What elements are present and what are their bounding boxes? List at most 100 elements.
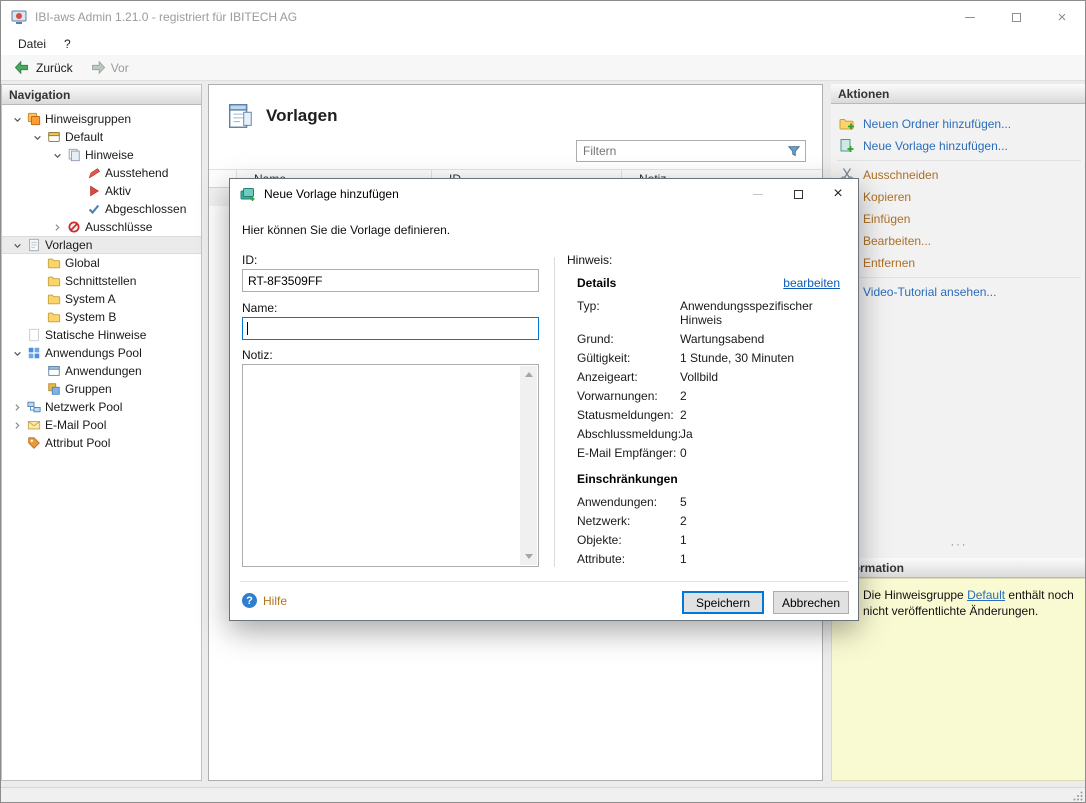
maximize-button[interactable] <box>993 1 1039 33</box>
actions-header: Aktionen <box>831 84 1086 104</box>
nav-item-ausschluesse[interactable]: Ausschlüsse <box>2 218 201 236</box>
scroll-up-icon[interactable] <box>525 372 533 377</box>
nav-item-statische-hinweise[interactable]: Statische Hinweise <box>2 326 201 344</box>
nav-item-label: Default <box>65 130 103 144</box>
nav-item-schnittstellen[interactable]: Schnittstellen <box>2 272 201 290</box>
nav-item-email-pool[interactable]: E-Mail Pool <box>2 416 201 434</box>
detail-label: Anzeigeart: <box>577 370 680 384</box>
filter-icon[interactable] <box>783 141 805 161</box>
nav-item-ausstehend[interactable]: Ausstehend <box>2 164 201 182</box>
action-item-neue-vorlage[interactable]: Neue Vorlage hinzufügen... <box>831 135 1086 157</box>
chevron-right-icon[interactable] <box>48 219 66 235</box>
back-button[interactable]: Zurück <box>7 58 80 77</box>
close-button[interactable]: × <box>1039 1 1085 33</box>
chevron-right-icon[interactable] <box>8 399 26 415</box>
action-item-einfuegen[interactable]: Einfügen <box>831 208 1086 230</box>
chevron-down-icon[interactable] <box>28 129 46 145</box>
nav-item-anwendungen[interactable]: Anwendungen <box>2 362 201 380</box>
hinweisgruppen-icon <box>26 111 42 127</box>
dialog-title: Neue Vorlage hinzufügen <box>264 187 399 201</box>
indent-spacer <box>28 363 46 379</box>
panel-splitter-horizontal[interactable]: ··· <box>831 540 1086 551</box>
restriction-row-objekte: Objekte: 1 <box>577 533 840 547</box>
action-item-video-tutorial[interactable]: Video-Tutorial ansehen... <box>831 281 1086 303</box>
navigation-tree: Hinweisgruppen Default Hinweise Ausstehe… <box>2 105 201 452</box>
nav-item-hinweise[interactable]: Hinweise <box>2 146 201 164</box>
action-item-entfernen[interactable]: Entfernen <box>831 252 1086 274</box>
nav-item-attribut-pool[interactable]: Attribut Pool <box>2 434 201 452</box>
dialog-subtitle: Hier können Sie die Vorlage definieren. <box>242 223 450 237</box>
dialog-maximize-button[interactable] <box>778 179 818 209</box>
dialog-minimize-button[interactable] <box>738 179 778 209</box>
detail-value: 2 <box>680 408 840 422</box>
default-link[interactable]: Default <box>967 588 1005 602</box>
name-label: Name: <box>242 301 277 315</box>
action-item-bearbeiten[interactable]: Bearbeiten... <box>831 230 1086 252</box>
resize-grip-icon[interactable] <box>1073 790 1083 800</box>
nav-item-global[interactable]: Global <box>2 254 201 272</box>
chevron-down-icon[interactable] <box>8 345 26 361</box>
bearbeiten-link[interactable]: bearbeiten <box>783 276 840 290</box>
nav-item-netzwerk-pool[interactable]: Netzwerk Pool <box>2 398 201 416</box>
ausschluesse-icon <box>66 219 82 235</box>
anwendungs-pool-icon <box>26 345 42 361</box>
detail-row-abschlussmeldung: Abschlussmeldung: Ja <box>577 427 840 441</box>
action-item-neuer-ordner[interactable]: Neuen Ordner hinzufügen... <box>831 113 1086 135</box>
action-item-kopieren[interactable]: Kopieren <box>831 186 1086 208</box>
nav-item-system-a[interactable]: System A <box>2 290 201 308</box>
forward-button[interactable]: Vor <box>82 58 136 77</box>
indent-spacer <box>68 183 86 199</box>
action-item-ausschneiden[interactable]: Ausschneiden <box>831 164 1086 186</box>
minimize-button[interactable] <box>947 1 993 33</box>
nav-item-hinweisgruppen[interactable]: Hinweisgruppen <box>2 110 201 128</box>
nav-item-system-b[interactable]: System B <box>2 308 201 326</box>
help-link[interactable]: ? Hilfe <box>242 593 287 608</box>
window-title: IBI-aws Admin 1.21.0 - registriert für I… <box>35 10 297 24</box>
detail-label: Gültigkeit: <box>577 351 680 365</box>
indent-spacer <box>28 255 46 271</box>
dialog-title-bar[interactable]: Neue Vorlage hinzufügen × <box>230 179 858 209</box>
id-field[interactable] <box>242 269 539 292</box>
detail-row-statusmeldungen: Statusmeldungen: 2 <box>577 408 840 422</box>
chevron-down-icon[interactable] <box>8 237 26 253</box>
indent-spacer <box>28 291 46 307</box>
nav-item-label: System B <box>65 310 116 324</box>
scroll-down-icon[interactable] <box>525 554 533 559</box>
name-field[interactable] <box>242 317 539 340</box>
detail-value: 0 <box>680 446 840 460</box>
nav-item-abgeschlossen[interactable]: Abgeschlossen <box>2 200 201 218</box>
nav-item-label: Ausstehend <box>105 166 168 180</box>
action-label: Bearbeiten... <box>863 234 931 248</box>
notiz-scrollbar[interactable] <box>520 366 537 565</box>
nav-item-aktiv[interactable]: Aktiv <box>2 182 201 200</box>
back-arrow-icon <box>14 60 31 75</box>
nav-item-vorlagen[interactable]: Vorlagen <box>2 236 201 254</box>
chevron-down-icon[interactable] <box>8 111 26 127</box>
nav-item-label: Anwendungs Pool <box>45 346 142 360</box>
chevron-right-icon[interactable] <box>8 417 26 433</box>
dialog-column-divider <box>554 257 555 567</box>
cancel-button[interactable]: Abbrechen <box>773 591 849 614</box>
menu-item-help[interactable]: ? <box>55 34 80 54</box>
chevron-down-icon[interactable] <box>48 147 66 163</box>
folder-icon <box>46 309 62 325</box>
filter-box <box>576 140 806 162</box>
hinweise-icon <box>66 147 82 163</box>
menu-bar: Datei ? <box>1 33 1085 55</box>
dialog-close-button[interactable]: × <box>818 179 858 209</box>
help-icon: ? <box>242 593 257 608</box>
notiz-field[interactable] <box>242 364 539 567</box>
window-controls: × <box>947 1 1085 33</box>
info-text-before: Die Hinweisgruppe <box>863 588 967 602</box>
nav-item-default[interactable]: Default <box>2 128 201 146</box>
detail-value: 5 <box>680 495 840 509</box>
app-window: IBI-aws Admin 1.21.0 - registriert für I… <box>0 0 1086 803</box>
maximize-icon <box>1012 13 1021 22</box>
info-text: Die Hinweisgruppe Default enthält noch n… <box>863 587 1078 619</box>
menu-item-datei[interactable]: Datei <box>9 34 55 54</box>
nav-item-anwendungs-pool[interactable]: Anwendungs Pool <box>2 344 201 362</box>
statische-hinweise-icon <box>26 327 42 343</box>
save-button[interactable]: Speichern <box>682 591 764 614</box>
nav-item-gruppen[interactable]: Gruppen <box>2 380 201 398</box>
filter-input[interactable] <box>577 141 783 161</box>
